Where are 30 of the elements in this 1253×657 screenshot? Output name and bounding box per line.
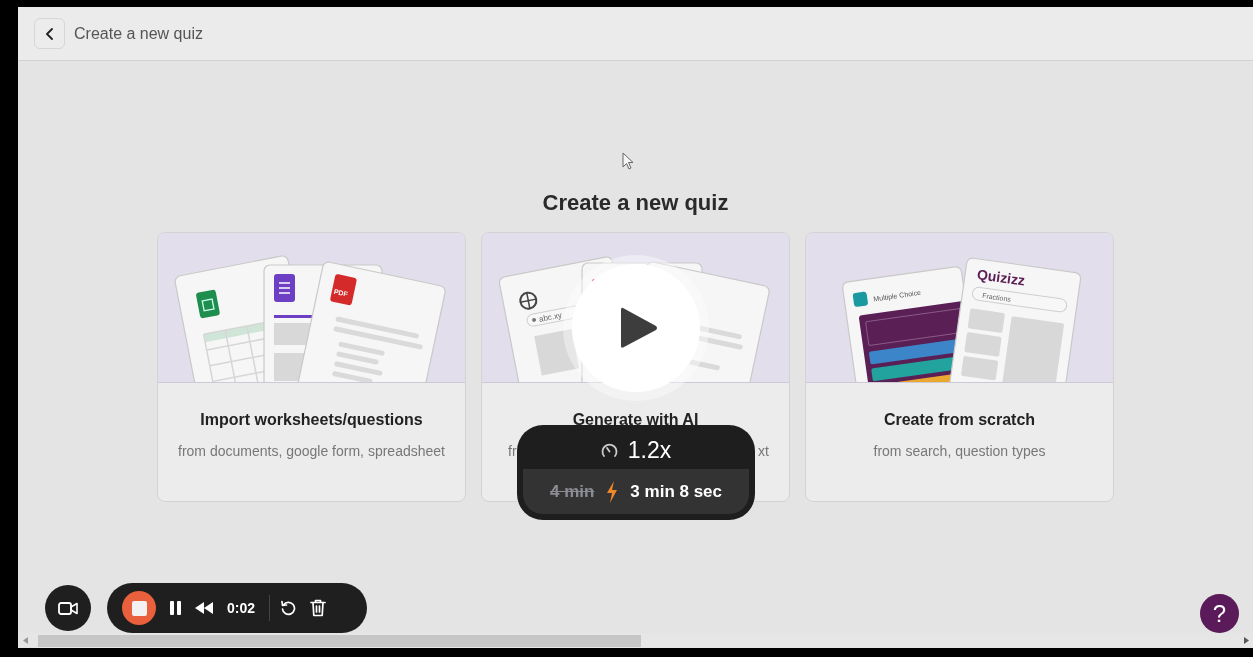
card-subtitle: fr [508,442,517,461]
url-label: abc.xy [538,310,563,324]
back-button[interactable] [34,18,65,49]
scroll-right-icon[interactable] [1244,637,1249,644]
card-subtitle: from search, question types [873,442,1046,461]
back-icon [44,27,55,40]
logo-text: Quizizz [976,266,1027,289]
card-subtitle: from documents, google form, spreadsheet [178,442,445,461]
lightning-icon [606,480,619,503]
card-title: Import worksheets/questions [200,410,423,430]
heading: Create a new quiz [542,189,729,217]
card-subtitle: xt [758,442,769,461]
pause-icon[interactable] [170,601,181,615]
stop-button[interactable] [122,591,156,625]
card-title: Generate with AI [572,410,699,430]
elapsed-time: 0:02 [227,598,256,618]
card-title: Create from scratch [883,410,1036,430]
speedometer-icon [600,442,618,458]
new-duration: 3 min 8 sec [630,480,723,503]
page-title: Create a new quiz [74,23,203,44]
original-duration: 4 min [549,480,595,503]
mouse-cursor-icon [622,152,634,170]
restart-icon[interactable] [280,600,297,616]
rewind-icon[interactable] [195,602,213,614]
stop-icon [131,600,147,616]
speed-value: 1.2x [627,435,672,465]
video-camera-icon [58,601,78,615]
trash-icon[interactable] [310,599,327,617]
play-icon [619,305,659,351]
scrollbar-thumb[interactable] [38,634,641,647]
